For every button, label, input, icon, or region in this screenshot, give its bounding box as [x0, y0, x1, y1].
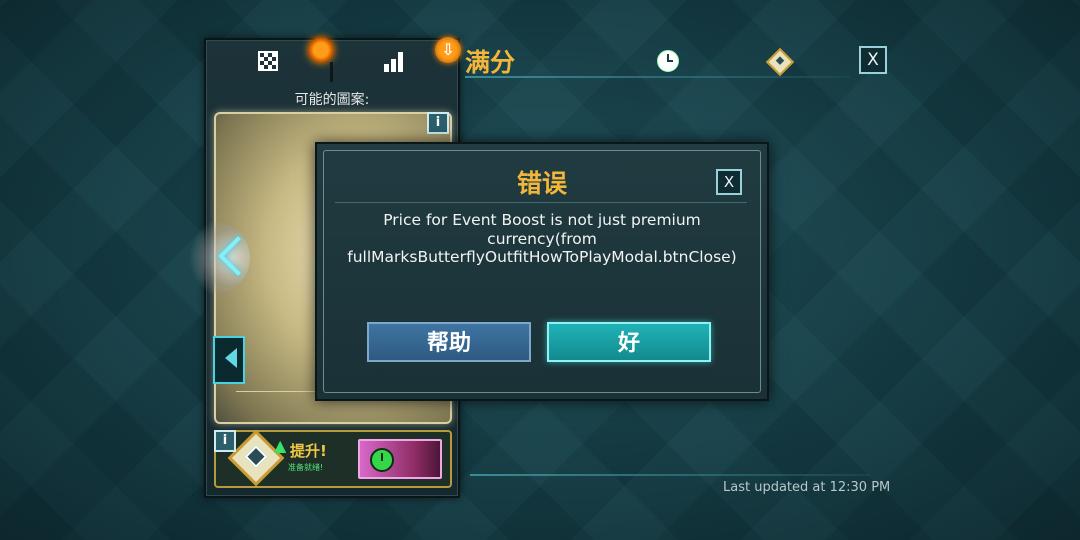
boost-subtitle: 准备就绪! — [288, 463, 324, 472]
error-message-line: currency(from — [487, 229, 597, 248]
boost-info-button[interactable]: i — [214, 430, 236, 452]
modal-title: 错误 — [516, 169, 567, 198]
error-message-line: fullMarksButterflyOutfitHowToPlayModal.b… — [347, 248, 737, 266]
ok-button[interactable]: 好 — [547, 322, 711, 362]
header-divider — [465, 76, 850, 78]
main-close-button[interactable]: X — [859, 46, 887, 74]
download-icon[interactable]: ⇩ — [435, 37, 461, 63]
modal-close-button[interactable]: X — [716, 169, 742, 195]
boost-timer-button[interactable] — [358, 439, 442, 479]
error-message-line: Price for Event Boost is not just premiu… — [383, 211, 701, 229]
pattern-side-tab[interactable] — [213, 336, 245, 384]
last-updated-text: Last updated at 12:30 PM — [723, 480, 891, 495]
orb-divider — [330, 62, 333, 82]
boost-up-arrow-icon: ▲ — [274, 436, 287, 455]
boost-title: 提升! — [290, 442, 327, 460]
error-message: Price for Event Boost is not just premiu… — [337, 211, 747, 267]
timer-clock-icon — [370, 448, 394, 472]
panel-tab-bar: ⇩ — [206, 37, 461, 88]
pattern-grid-icon[interactable] — [258, 51, 278, 71]
progress-orb-icon — [308, 37, 334, 63]
leaderboard-bars-icon[interactable] — [384, 52, 406, 72]
pattern-info-button[interactable]: i — [427, 112, 449, 134]
clock-icon[interactable] — [657, 50, 679, 72]
possible-patterns-label: 可能的圖案: — [294, 92, 370, 108]
page-title: 满分 — [465, 48, 516, 77]
event-boost-bar: ▲ 提升! 准备就绪! — [214, 429, 452, 488]
help-button[interactable]: 帮助 — [367, 322, 531, 362]
error-modal: 错误 X Price for Event Boost is not just p… — [315, 142, 769, 401]
footer-divider — [470, 474, 870, 476]
modal-divider — [335, 202, 747, 203]
